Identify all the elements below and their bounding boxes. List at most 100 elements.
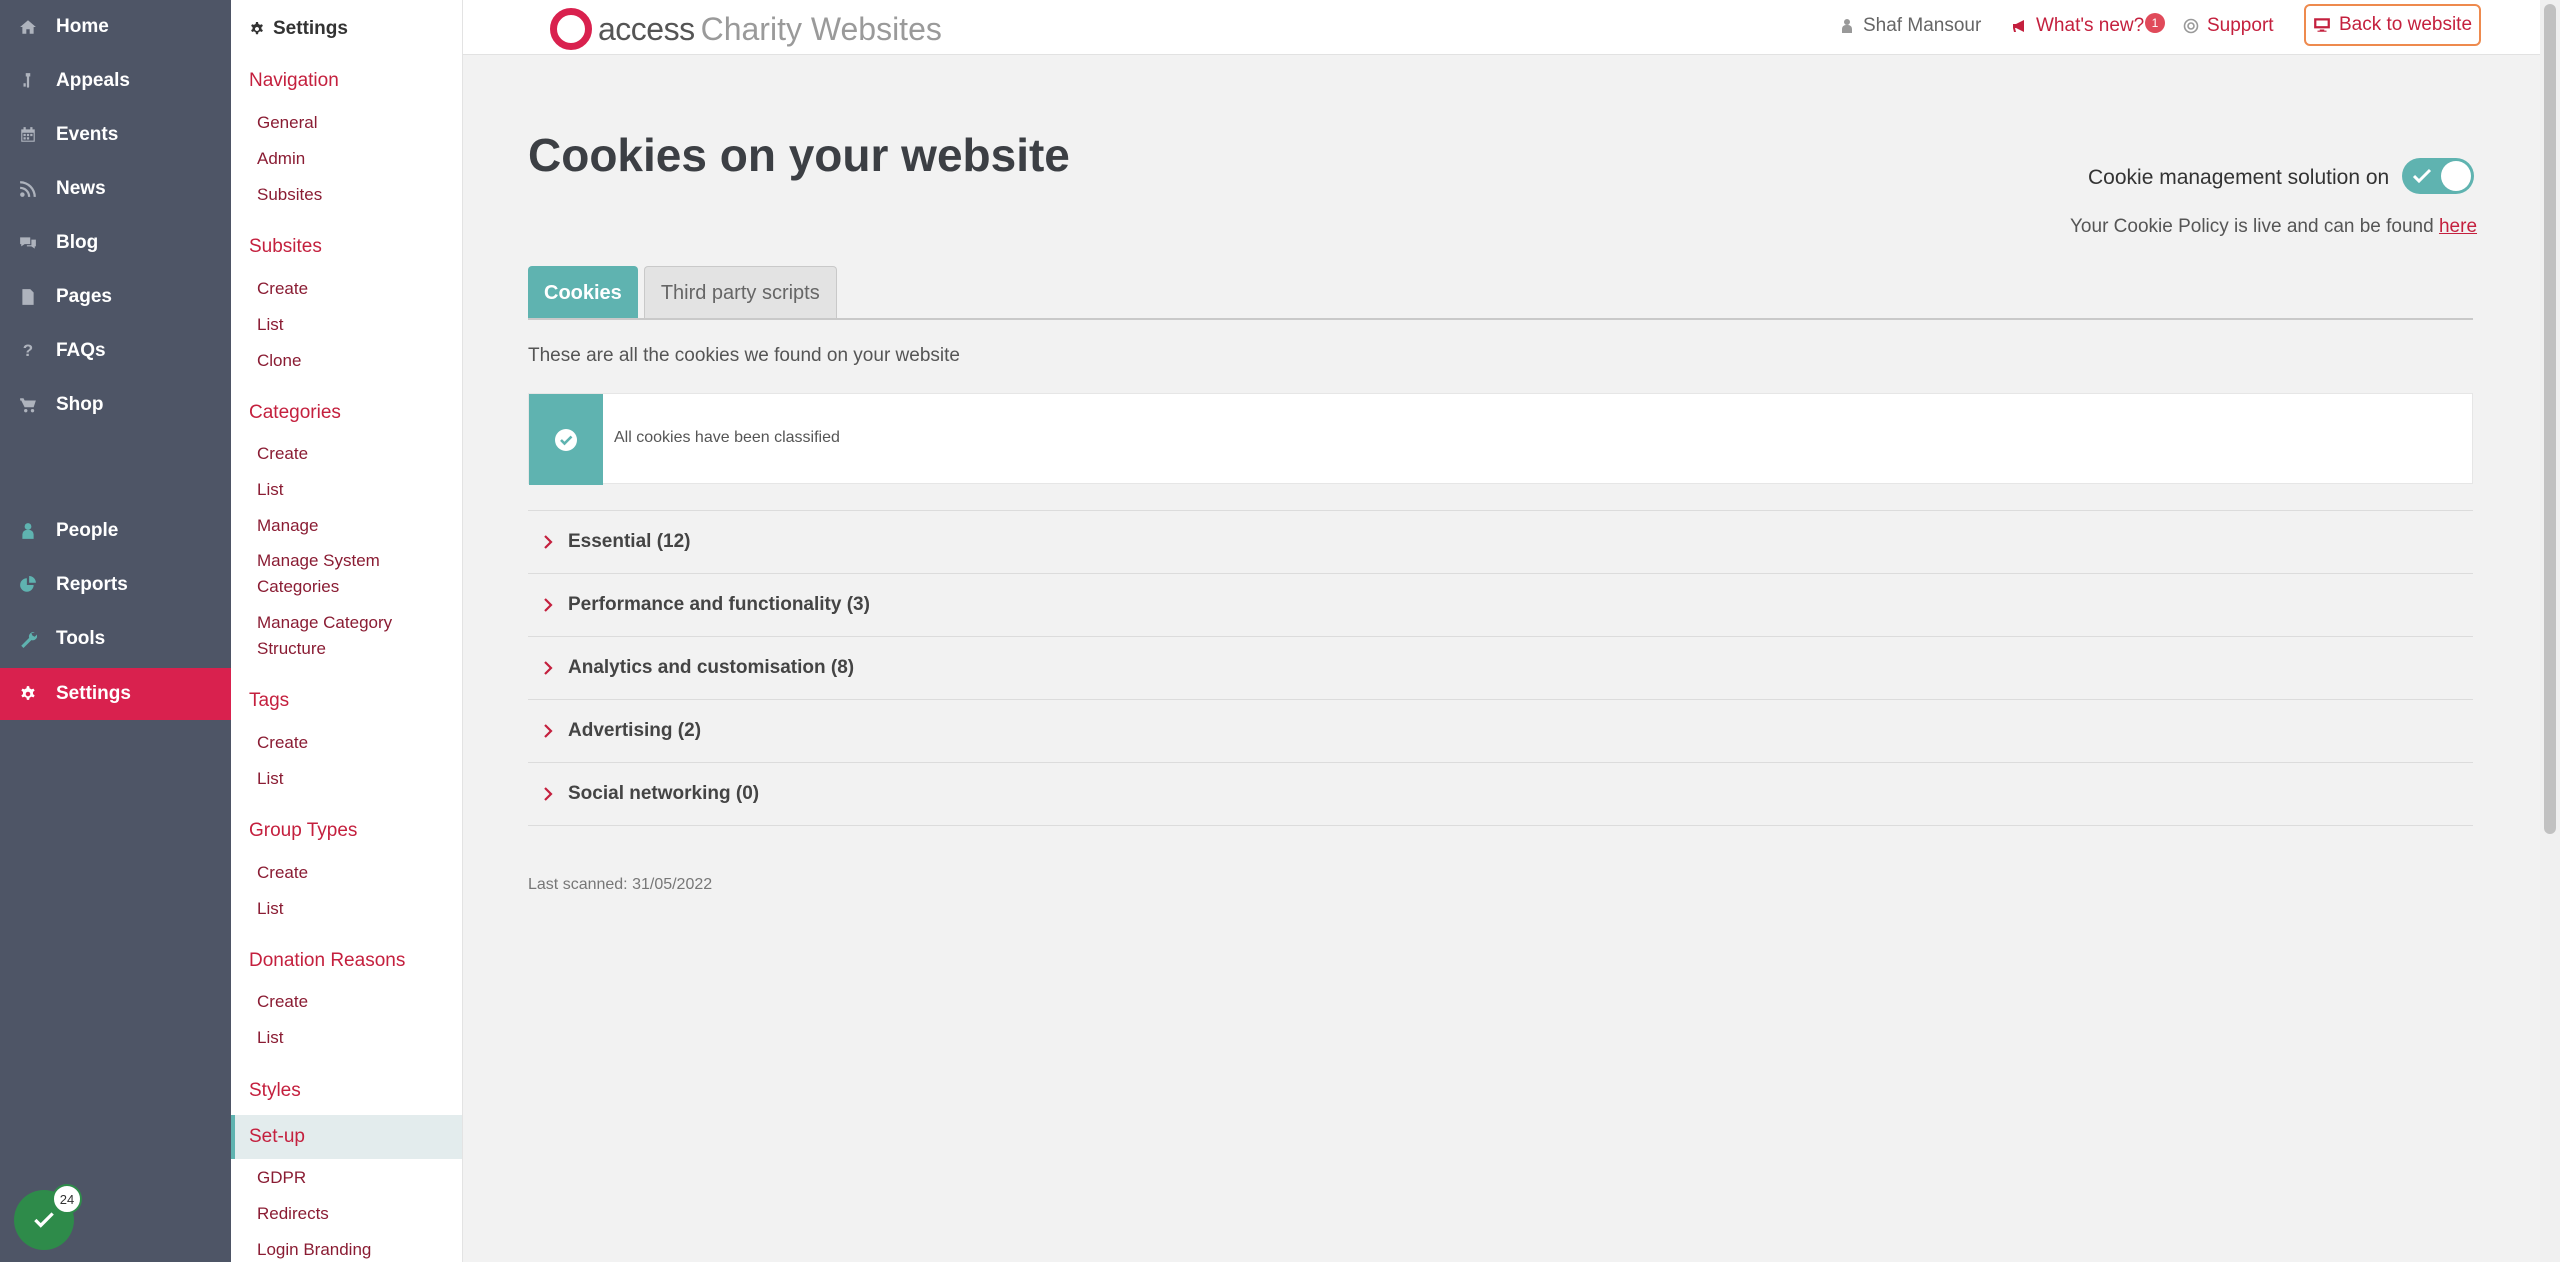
scrollbar-thumb[interactable] (2544, 4, 2556, 834)
subnav-section-donation-reasons[interactable]: Donation Reasons (249, 950, 405, 972)
chevron-right-icon (544, 661, 553, 675)
subnav-section-styles[interactable]: Styles (249, 1080, 301, 1102)
subnav-link-general[interactable]: General (257, 110, 457, 136)
subnav-link-manage-category-structure[interactable]: Manage Category Structure (257, 610, 457, 662)
subnav-link-admin[interactable]: Admin (257, 146, 457, 172)
user-menu[interactable]: Shaf Mansour (1839, 15, 1981, 37)
appeals-icon (0, 72, 56, 90)
subnav-section-set-up[interactable]: Set-up (249, 1126, 305, 1148)
last-scanned-text: Last scanned: 31/05/2022 (528, 876, 713, 893)
subnav-link-categories-create[interactable]: Create (257, 441, 457, 467)
logo-ring-icon (550, 8, 592, 50)
gear-icon (251, 22, 263, 35)
nav-item-label: Pages (56, 286, 112, 307)
toggle-knob (2441, 161, 2471, 191)
gear-icon (0, 685, 56, 703)
tab-third-party-scripts[interactable]: Third party scripts (643, 266, 837, 320)
subnav-link-group-types-list[interactable]: List (257, 896, 457, 922)
subnav-link-donation-reasons-list[interactable]: List (257, 1025, 457, 1051)
category-social-networking[interactable]: Social networking (0) (528, 762, 2473, 825)
megaphone-icon (2013, 20, 2024, 32)
classified-message: All cookies have been classified (614, 429, 840, 446)
chevron-right-icon (544, 598, 553, 612)
whats-new-link[interactable]: What's new? (2012, 15, 2144, 37)
page-scrollbar[interactable] (2540, 0, 2560, 1262)
category-essential[interactable]: Essential (12) (528, 510, 2473, 573)
subnav-link-subsites-clone[interactable]: Clone (257, 348, 457, 374)
subnav-section-navigation[interactable]: Navigation (249, 70, 339, 92)
subnav-link-login-branding[interactable]: Login Branding (257, 1237, 457, 1262)
subnav-link-gdpr[interactable]: GDPR (257, 1165, 457, 1191)
cookie-management-toggle[interactable] (2402, 158, 2474, 194)
nav-item-home[interactable]: Home (0, 2, 231, 52)
check-icon (2412, 168, 2432, 184)
nav-item-label: Tools (56, 628, 106, 649)
access-logo[interactable]: access Charity Websites (550, 8, 942, 50)
page-icon (0, 288, 56, 306)
comments-icon (0, 234, 56, 252)
subnav-link-categories-manage[interactable]: Manage (257, 513, 457, 539)
nav-item-label: FAQs (56, 340, 106, 361)
nav-item-tools[interactable]: Tools (0, 614, 231, 664)
support-link[interactable]: Support (2183, 15, 2274, 37)
nav-item-people[interactable]: People (0, 506, 231, 556)
subnav-link-categories-list[interactable]: List (257, 477, 457, 503)
nav-item-blog[interactable]: Blog (0, 218, 231, 268)
nav-item-shop[interactable]: Shop (0, 380, 231, 430)
notification-count-badge: 24 (52, 1184, 82, 1214)
nav-item-label: Home (56, 16, 109, 37)
category-advertising[interactable]: Advertising (2) (528, 699, 2473, 762)
page-title: Cookies on your website (528, 129, 1070, 181)
category-performance-functionality[interactable]: Performance and functionality (3) (528, 573, 2473, 636)
cookie-policy-status: Your Cookie Policy is live and can be fo… (2070, 216, 2478, 237)
cookie-toggle-label: Cookie management solution on (2088, 166, 2390, 189)
nav-item-settings[interactable]: Settings (0, 668, 231, 720)
chevron-right-icon (544, 535, 553, 549)
subnav-link-subsites-create[interactable]: Create (257, 276, 457, 302)
nav-item-news[interactable]: News (0, 164, 231, 214)
cookies-intro-text: These are all the cookies we found on yo… (528, 345, 960, 366)
subnav-link-group-types-create[interactable]: Create (257, 860, 457, 886)
nav-item-appeals[interactable]: Appeals (0, 56, 231, 106)
tab-divider (528, 318, 2473, 320)
nav-item-pages[interactable]: Pages (0, 272, 231, 322)
nav-item-label: News (56, 178, 106, 199)
nav-item-label: Settings (56, 683, 131, 704)
home-icon (0, 18, 56, 36)
subnav-section-tags[interactable]: Tags (249, 690, 289, 712)
subnav-link-subsites[interactable]: Subsites (257, 182, 457, 208)
nav-item-reports[interactable]: Reports (0, 560, 231, 610)
subnav-section-subsites[interactable]: Subsites (249, 236, 322, 258)
nav-item-label: Appeals (56, 70, 130, 91)
cart-icon (0, 396, 56, 414)
monitor-icon (2314, 18, 2330, 32)
calendar-icon (0, 126, 56, 144)
subnav-section-categories[interactable]: Categories (249, 402, 341, 424)
nav-item-faqs[interactable]: ? FAQs (0, 326, 231, 376)
person-icon (0, 522, 56, 540)
check-circle-icon (555, 428, 577, 451)
subnav-link-subsites-list[interactable]: List (257, 312, 457, 338)
nav-item-label: Shop (56, 394, 104, 415)
subnav-section-group-types[interactable]: Group Types (249, 820, 357, 842)
chevron-right-icon (544, 787, 553, 801)
subnav-link-manage-system-categories[interactable]: Manage System Categories (257, 548, 457, 600)
cookie-policy-link[interactable]: here (2439, 216, 2477, 237)
nav-item-label: Reports (56, 574, 128, 595)
subnav-link-tags-create[interactable]: Create (257, 730, 457, 756)
back-to-website-button[interactable]: Back to website (2304, 4, 2481, 46)
settings-subnav: Settings Navigation General Admin Subsit… (231, 0, 463, 1262)
user-icon (1842, 19, 1852, 33)
classified-status-box: All cookies have been classified (528, 393, 2473, 485)
notifications-button[interactable]: 24 (14, 1184, 82, 1250)
rss-icon (0, 180, 56, 198)
primary-nav: Home Appeals Events News Blog Pages ? FA… (0, 0, 231, 1262)
nav-item-events[interactable]: Events (0, 110, 231, 160)
subnav-link-redirects[interactable]: Redirects (257, 1201, 457, 1227)
subnav-link-donation-reasons-create[interactable]: Create (257, 989, 457, 1015)
check-icon (34, 1212, 54, 1228)
tab-cookies[interactable]: Cookies (528, 266, 638, 320)
category-analytics-customisation[interactable]: Analytics and customisation (8) (528, 636, 2473, 699)
subnav-link-tags-list[interactable]: List (257, 766, 457, 792)
tab-bar: Cookies Third party scripts (528, 266, 837, 320)
